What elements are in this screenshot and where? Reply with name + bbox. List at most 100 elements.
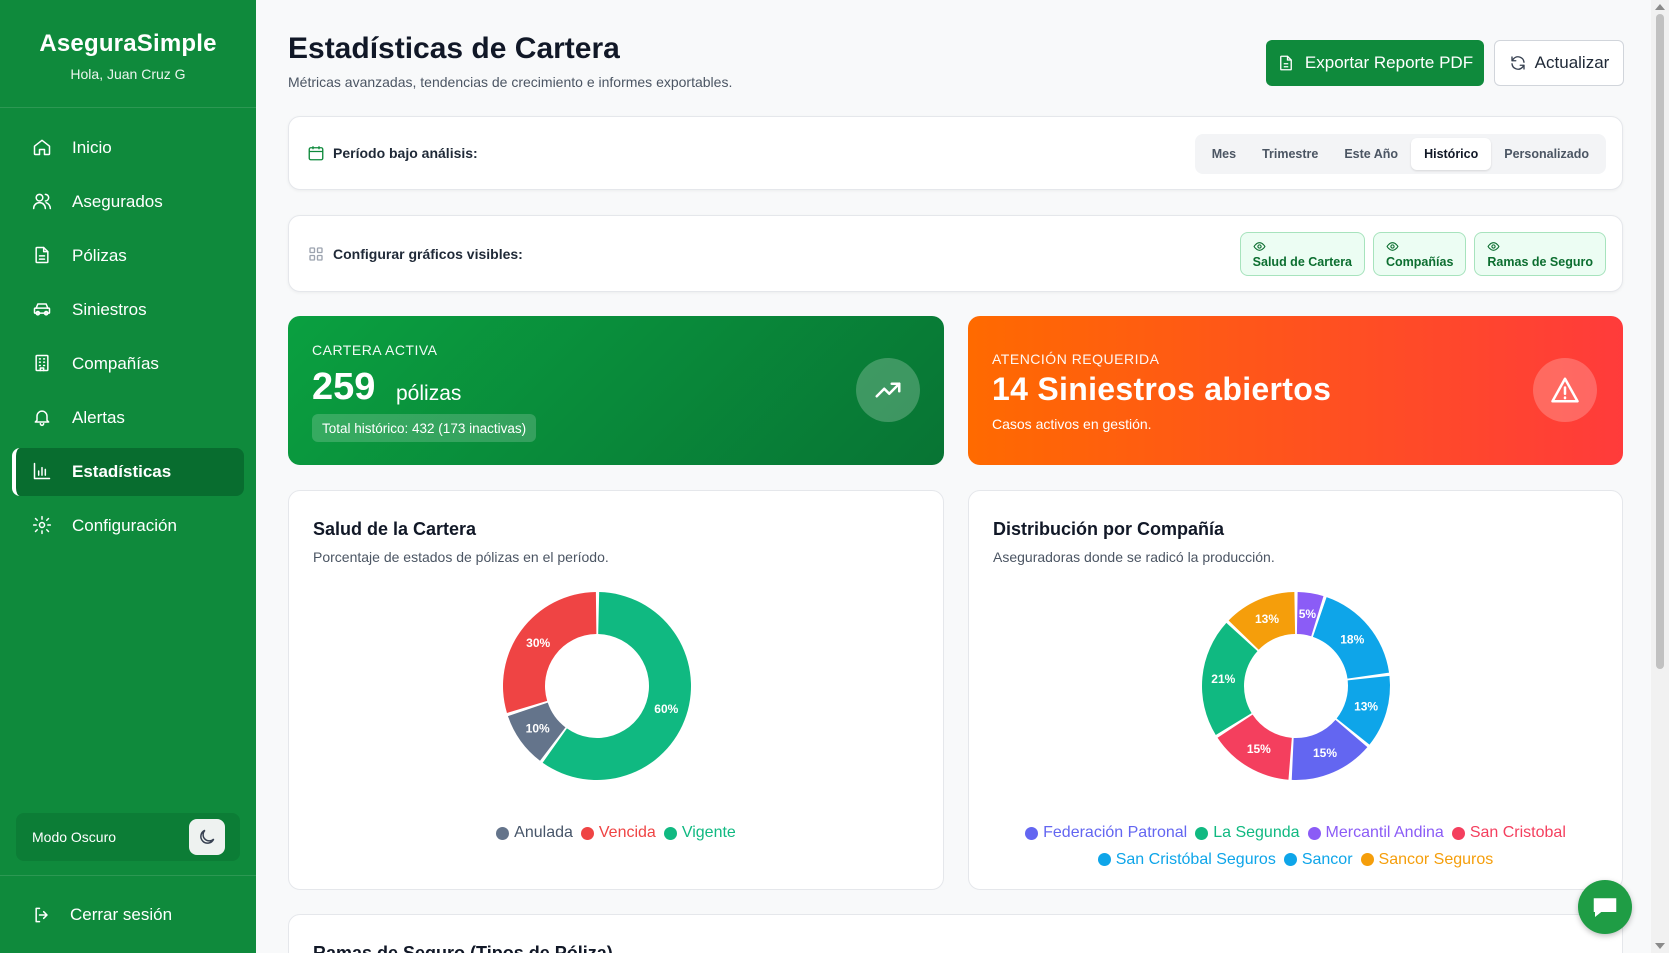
scroll-down-arrow[interactable]	[1655, 943, 1665, 949]
legend-label: Anulada	[514, 824, 573, 841]
legend-dot	[1283, 853, 1297, 866]
config-label-group: Configurar gráficos visibles:	[307, 245, 523, 263]
legend-dot	[1360, 853, 1374, 866]
sidebar-footer: Modo Oscuro Cerrar sesión	[0, 813, 256, 953]
donut-slice-label: 13%	[1354, 699, 1378, 713]
kpi-label: CARTERA ACTIVA	[312, 342, 438, 358]
sidebar-item-label: Estadísticas	[72, 462, 172, 481]
warning-icon	[1533, 358, 1597, 422]
brand-name: AseguraSimple	[39, 30, 217, 57]
page-subtitle: Métricas avanzadas, tendencias de crecim…	[288, 74, 733, 90]
sidebar-item-asegurados[interactable]: Asegurados	[12, 178, 244, 226]
car-icon	[32, 299, 54, 321]
sidebar: AseguraSimple Hola, Juan Cruz G Inicio A…	[0, 0, 256, 953]
kpi-label: ATENCIÓN REQUERIDA	[992, 351, 1160, 367]
legend-item[interactable]: San Cristóbal Seguros	[1097, 848, 1276, 872]
logout-button[interactable]: Cerrar sesión	[0, 875, 256, 953]
portfolio-health-card: Salud de la Cartera Porcentaje de estado…	[288, 490, 944, 890]
user-greeting: Hola, Juan Cruz G	[70, 66, 186, 82]
legend-dot	[1195, 826, 1209, 840]
legend-item[interactable]: Mercantil Andina	[1307, 821, 1444, 845]
active-portfolio-card: CARTERA ACTIVA 259 pólizas Total históri…	[288, 316, 944, 465]
legend-item[interactable]: Vencida	[580, 821, 656, 845]
scroll-up-arrow[interactable]	[1655, 4, 1665, 10]
donut-slice-label: 60%	[654, 702, 678, 716]
attention-card: ATENCIÓN REQUERIDA 14 Siniestros abierto…	[968, 316, 1623, 465]
chart-config-panel: Configurar gráficos visibles: Salud de C…	[288, 215, 1623, 292]
sidebar-item-label: Alertas	[72, 408, 125, 427]
dark-mode-row: Modo Oscuro	[16, 813, 240, 861]
legend-dot	[1097, 853, 1111, 866]
chart-toggles: Salud de Cartera Compañías Ramas de Segu…	[1239, 232, 1606, 276]
sidebar-item-configuracion[interactable]: Configuración	[12, 502, 244, 550]
legend-label: San Cristobal	[1469, 824, 1566, 841]
period-option-mes[interactable]: Mes	[1199, 138, 1249, 170]
kpi-history-chip: Total histórico: 432 (173 inactivas)	[312, 414, 537, 442]
legend-label: San Cristóbal Seguros	[1115, 850, 1276, 868]
donut-slice-label: 30%	[526, 636, 550, 650]
file-icon	[32, 245, 54, 267]
period-panel: Período bajo análisis: Mes Trimestre Est…	[288, 116, 1623, 190]
card-title: Salud de la Cartera	[313, 519, 477, 539]
portfolio-health-legend: Anulada Vencida Vigente	[289, 821, 943, 848]
sidebar-item-alertas[interactable]: Alertas	[12, 394, 244, 442]
brand: AseguraSimple Hola, Juan Cruz G	[0, 0, 256, 108]
company-distribution-legend: Federación Patronal La Segunda Mercantil A…	[969, 821, 1622, 874]
insurance-branches-card: Ramas de Seguro (Tipos de Póliza)	[288, 914, 1623, 953]
sidebar-item-label: Configuración	[72, 516, 177, 535]
period-option-trimestre[interactable]: Trimestre	[1249, 138, 1331, 170]
sidebar-item-companias[interactable]: Compañías	[12, 340, 244, 388]
scrollbar-thumb[interactable]	[1656, 14, 1664, 669]
file-icon	[1279, 55, 1292, 71]
scrollbar[interactable]	[1651, 0, 1669, 953]
card-title: Distribución por Compañía	[993, 519, 1225, 539]
legend-item[interactable]: Federación Patronal	[1025, 821, 1187, 845]
sidebar-item-estadisticas[interactable]: Estadísticas	[12, 448, 244, 496]
toggle-companias[interactable]: Compañías	[1373, 232, 1467, 276]
moon-icon	[200, 829, 215, 844]
legend-item[interactable]: Sancor Seguros	[1360, 848, 1493, 872]
dark-mode-label: Modo Oscuro	[32, 829, 117, 845]
legend-item[interactable]: Vigente	[663, 821, 736, 845]
legend-dot	[1025, 826, 1039, 840]
sidebar-item-polizas[interactable]: Pólizas	[12, 232, 244, 280]
toggle-label: Compañías	[1386, 254, 1454, 269]
kpi-value: 259	[312, 366, 376, 408]
toggle-salud-cartera[interactable]: Salud de Cartera	[1239, 232, 1366, 276]
logout-icon	[35, 907, 48, 922]
donut-slice-label: 5%	[1299, 607, 1317, 621]
refresh-label: Actualizar	[1534, 53, 1610, 72]
legend-label: Vigente	[681, 824, 736, 841]
portfolio-health-donut: 60% 10% 30%	[503, 592, 691, 780]
donut-slice-label: 10%	[526, 722, 550, 736]
donut-slice-label: 18%	[1340, 632, 1364, 646]
legend-item[interactable]: La Segunda	[1195, 821, 1300, 845]
home-icon	[32, 137, 54, 159]
main-content: Estadísticas de Cartera Métricas avanzad…	[256, 0, 1651, 953]
kpi-description: Casos activos en gestión.	[992, 416, 1152, 432]
kpi-unit: pólizas	[396, 382, 462, 405]
sidebar-item-siniestros[interactable]: Siniestros	[12, 286, 244, 334]
company-distribution-card: Distribución por Compañía Aseguradoras d…	[968, 490, 1623, 890]
legend-item[interactable]: San Cristobal	[1451, 821, 1566, 845]
eye-icon	[1487, 241, 1500, 251]
toggle-ramas-seguro[interactable]: Ramas de Seguro	[1474, 232, 1606, 276]
donut-slice[interactable]	[503, 592, 597, 713]
period-option-este-ano[interactable]: Este Año	[1331, 138, 1411, 170]
sidebar-item-inicio[interactable]: Inicio	[12, 124, 244, 172]
card-title: Ramas de Seguro (Tipos de Póliza)	[313, 943, 613, 953]
refresh-button[interactable]: Actualizar	[1494, 40, 1624, 86]
period-label-group: Período bajo análisis:	[307, 144, 478, 162]
period-option-personalizado[interactable]: Personalizado	[1491, 138, 1602, 170]
dark-mode-toggle[interactable]	[189, 819, 225, 855]
chat-button[interactable]	[1578, 880, 1632, 934]
legend-item[interactable]: Sancor	[1283, 848, 1353, 872]
donut-slice-label: 13%	[1255, 612, 1279, 626]
legend-item[interactable]: Anulada	[496, 821, 573, 845]
legend-label: Vencida	[598, 824, 656, 841]
card-subtitle: Aseguradoras donde se radicó la producci…	[993, 549, 1275, 565]
page-title: Estadísticas de Cartera	[288, 32, 620, 65]
period-option-historico[interactable]: Histórico	[1411, 138, 1492, 170]
legend-dot	[496, 826, 510, 840]
export-pdf-button[interactable]: Exportar Reporte PDF	[1266, 40, 1484, 86]
